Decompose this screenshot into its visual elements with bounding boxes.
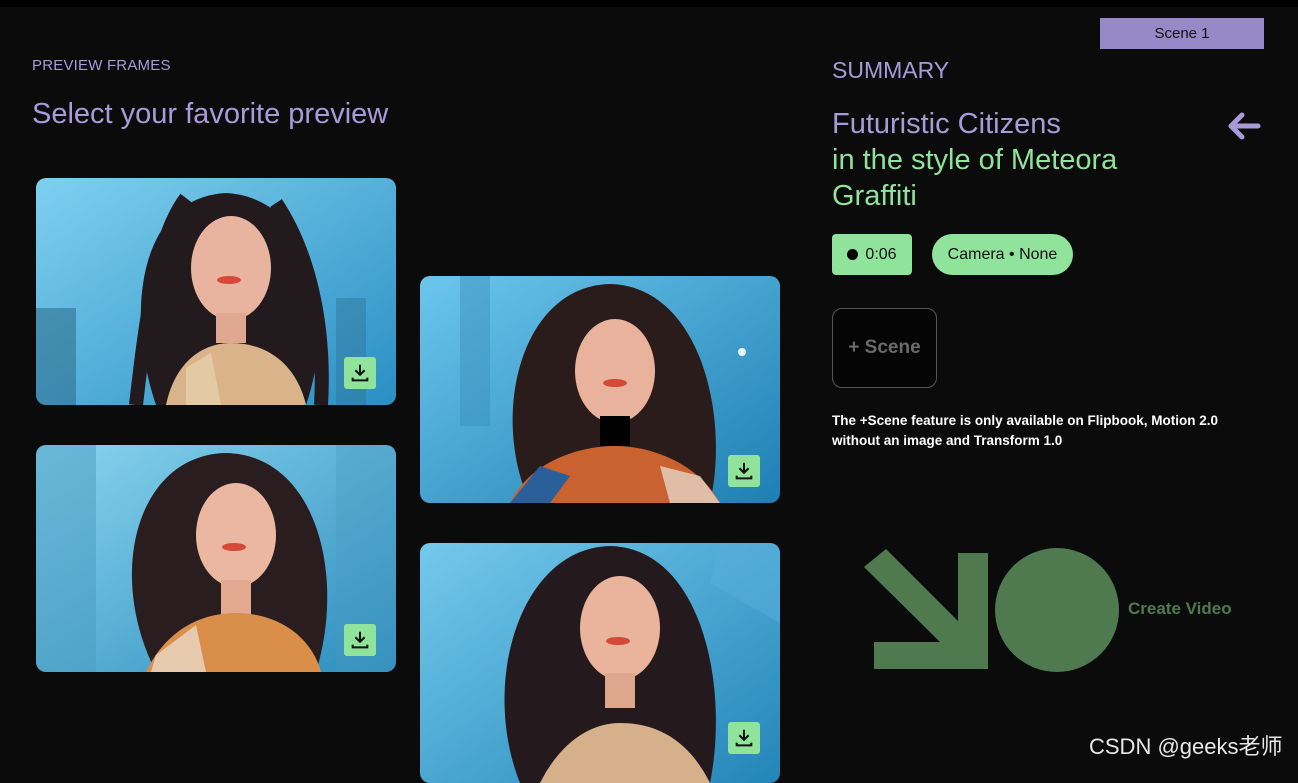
preview-headline: Select your favorite preview [32,98,389,130]
camera-value: Camera • None [947,245,1058,263]
preview-frame-1[interactable] [36,178,396,405]
portrait-image [420,543,780,783]
preview-frame-2[interactable] [36,445,396,672]
download-button[interactable] [728,722,760,754]
download-icon [351,364,369,382]
summary-style-line1: in the style of Meteora [832,144,1118,176]
download-button[interactable] [344,624,376,656]
summary-subject: Futuristic Citizens [832,108,1061,140]
download-button[interactable] [728,455,760,487]
download-icon [735,462,753,480]
top-bar [0,0,1298,7]
portrait-image [420,276,780,503]
camera-chip[interactable]: Camera • None [932,234,1073,275]
add-scene-button[interactable]: + Scene [832,308,937,388]
download-button[interactable] [344,357,376,389]
download-icon [351,631,369,649]
duration-value: 0:06 [865,245,897,263]
summary-label: SUMMARY [832,57,950,83]
portrait-image [36,445,396,672]
duration-chip[interactable]: 0:06 [832,234,912,275]
preview-frames-label: PREVIEW FRAMES [32,57,171,74]
add-scene-note: The +Scene feature is only available on … [832,413,1218,448]
summary-title: Futuristic Citizens in the style of Mete… [832,106,1192,214]
scene-tab[interactable]: Scene 1 [1100,18,1264,49]
portrait-image [36,178,396,405]
record-dot-icon [847,249,859,260]
arrow-down-right-icon[interactable] [862,547,1122,673]
arrow-left-icon[interactable] [1226,110,1262,142]
summary-style-line2: Graffiti [832,180,917,212]
create-video-button[interactable]: Create Video [1128,599,1232,619]
preview-frame-4[interactable] [420,543,780,783]
watermark: CSDN @geeks老师 [1089,734,1283,759]
download-icon [735,729,753,747]
preview-frame-3[interactable] [420,276,780,503]
